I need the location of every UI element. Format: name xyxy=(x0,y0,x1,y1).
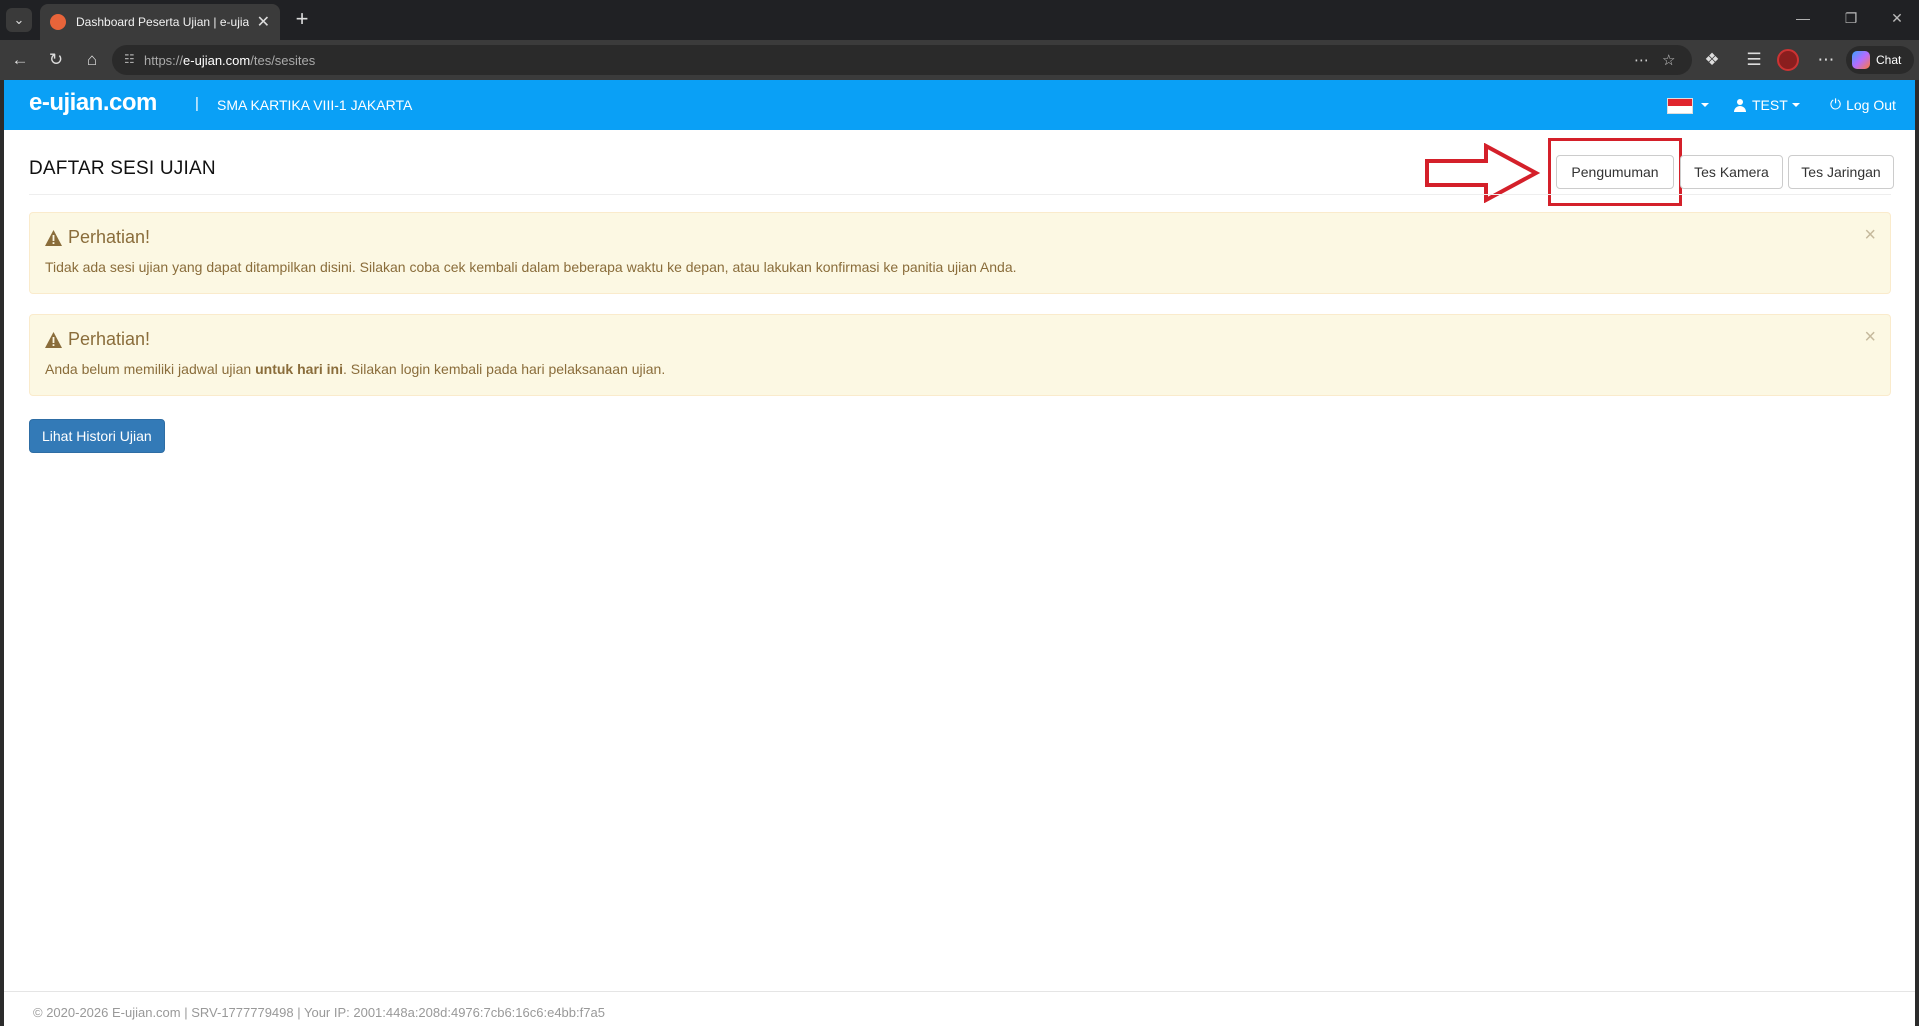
restore-icon[interactable]: ❐ xyxy=(1836,10,1866,27)
title-divider xyxy=(29,194,1891,195)
language-caret-icon[interactable] xyxy=(1701,103,1709,107)
profile-avatar[interactable] xyxy=(1777,49,1799,71)
page-viewport: e-ujian.com | SMA KARTIKA VIII-1 JAKARTA… xyxy=(4,80,1915,1026)
more-menu-icon[interactable]: ⋯ xyxy=(1814,48,1838,72)
copilot-logo-icon xyxy=(1852,51,1870,69)
tab-close-icon[interactable]: ✕ xyxy=(257,12,270,32)
user-name: TEST xyxy=(1752,97,1788,113)
alert-heading-text: Perhatian! xyxy=(68,329,151,349)
favorites-list-icon[interactable]: ☰ xyxy=(1742,48,1766,72)
browser-tab-bar: ⌄ Dashboard Peserta Ujian | e-ujian.c ✕ … xyxy=(0,0,1919,40)
user-icon xyxy=(1734,98,1746,112)
favorite-star-icon[interactable]: ☆ xyxy=(1662,51,1675,69)
footer-divider xyxy=(4,991,1915,992)
logout-label: Log Out xyxy=(1846,96,1896,113)
header-separator: | xyxy=(195,95,199,112)
warning-alert-no-sessions: Perhatian! Tidak ada sesi ujian yang dap… xyxy=(29,212,1891,294)
power-icon: ⏻ xyxy=(1830,96,1842,112)
alert-message: Anda belum memiliki jadwal ujian untuk h… xyxy=(45,361,666,377)
copilot-chat-button[interactable]: Chat xyxy=(1846,46,1914,74)
brand-logo[interactable]: e-ujian.com xyxy=(29,89,157,117)
alert-close-icon[interactable]: × xyxy=(1864,327,1876,347)
language-flag-icon[interactable] xyxy=(1667,98,1693,114)
window-close-icon[interactable]: ✕ xyxy=(1882,10,1912,27)
site-info-icon[interactable]: ☷ xyxy=(124,52,135,66)
tab-list-chevron-icon[interactable]: ⌄ xyxy=(6,8,32,32)
site-header: e-ujian.com | SMA KARTIKA VIII-1 JAKARTA… xyxy=(4,80,1915,130)
alert-heading: Perhatian! xyxy=(45,329,150,350)
alert-heading-text: Perhatian! xyxy=(68,227,151,247)
minimize-icon[interactable]: — xyxy=(1788,10,1818,26)
network-test-button[interactable]: Tes Jaringan xyxy=(1788,155,1894,189)
warning-alert-no-schedule: Perhatian! Anda belum memiliki jadwal uj… xyxy=(29,314,1891,396)
user-caret-icon xyxy=(1791,103,1800,107)
site-favicon-icon xyxy=(50,14,66,30)
extensions-icon[interactable]: ❖ xyxy=(1700,48,1724,72)
address-bar[interactable]: ☷ https://e-ujian.com/tes/sesites ⋯ ☆ xyxy=(112,45,1692,75)
warning-triangle-icon xyxy=(45,331,62,348)
alert-message: Tidak ada sesi ujian yang dapat ditampil… xyxy=(45,259,1017,275)
view-exam-history-button[interactable]: Lihat Histori Ujian xyxy=(29,419,165,453)
user-menu[interactable]: TEST xyxy=(1734,97,1800,113)
url-text[interactable]: https://e-ujian.com/tes/sesites xyxy=(144,53,315,68)
chat-label: Chat xyxy=(1876,53,1902,67)
read-aloud-icon[interactable]: ⋯ xyxy=(1634,51,1649,69)
alert-close-icon[interactable]: × xyxy=(1864,225,1876,245)
back-arrow-icon[interactable]: ← xyxy=(8,48,32,72)
school-name: SMA KARTIKA VIII-1 JAKARTA xyxy=(217,97,413,113)
logout-link[interactable]: ⏻ Log Out xyxy=(1830,96,1896,113)
browser-nav-bar: ← ↻ ⌂ ☷ https://e-ujian.com/tes/sesites … xyxy=(0,40,1919,80)
footer-text: © 2020-2026 E-ujian.com | SRV-1777779498… xyxy=(33,1005,605,1020)
tab-title: Dashboard Peserta Ujian | e-ujian.c xyxy=(76,15,249,29)
reload-icon[interactable]: ↻ xyxy=(44,48,68,72)
home-icon[interactable]: ⌂ xyxy=(80,48,104,72)
browser-tab-active[interactable]: Dashboard Peserta Ujian | e-ujian.c ✕ xyxy=(40,4,280,40)
alert-heading: Perhatian! xyxy=(45,227,150,248)
warning-triangle-icon xyxy=(45,229,62,246)
page-title: DAFTAR SESI UJIAN xyxy=(29,158,216,179)
announcement-button[interactable]: Pengumuman xyxy=(1556,155,1674,189)
camera-test-button[interactable]: Tes Kamera xyxy=(1680,155,1783,189)
new-tab-plus-icon[interactable]: + xyxy=(288,6,316,34)
